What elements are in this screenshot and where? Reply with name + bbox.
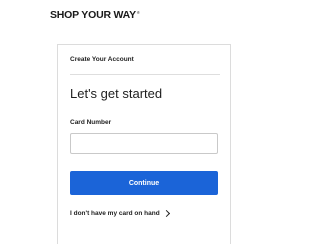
chevron-right-icon — [162, 209, 170, 218]
continue-button[interactable]: Continue — [70, 171, 218, 195]
trademark-symbol: ® — [136, 9, 140, 15]
page-heading: Let's get started — [70, 86, 163, 101]
divider — [70, 74, 220, 75]
no-card-link[interactable]: I don't have my card on hand — [70, 209, 170, 218]
card-number-label: Card Number — [70, 119, 112, 126]
logo-text: SHOP YOUR WAY — [50, 9, 136, 21]
no-card-link-label: I don't have my card on hand — [70, 210, 160, 217]
shop-your-way-logo[interactable]: SHOP YOUR WAY® — [50, 9, 140, 21]
card-number-input[interactable] — [70, 133, 218, 154]
page: SHOP YOUR WAY® Create Your Account Let's… — [0, 0, 300, 247]
create-account-card: Create Your Account Let's get started Ca… — [57, 44, 231, 244]
section-label: Create Your Account — [70, 56, 134, 63]
